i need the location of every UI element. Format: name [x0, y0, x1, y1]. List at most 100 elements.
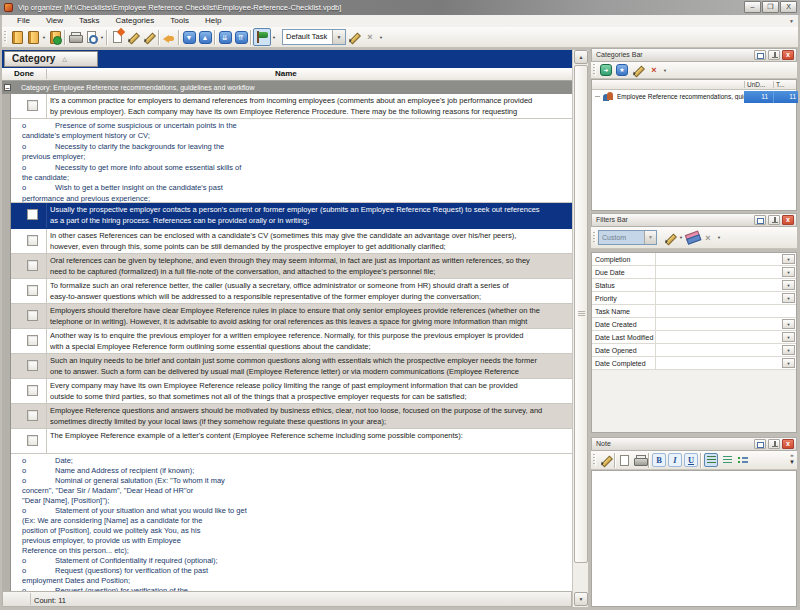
- task-row[interactable]: The Employee Reference example of a lett…: [11, 429, 572, 454]
- minimize-button[interactable]: –: [744, 1, 761, 13]
- column-total[interactable]: T...: [776, 81, 785, 88]
- menu-overflow-icon[interactable]: ▼: [789, 18, 794, 24]
- task-row[interactable]: Employee Reference questions and answers…: [11, 404, 572, 429]
- note-close-button[interactable]: x: [782, 439, 794, 449]
- categories-toolbar-options-icon[interactable]: ▼: [662, 61, 668, 79]
- collapse-group-icon[interactable]: –: [4, 84, 11, 91]
- scroll-down-button[interactable]: ▼: [574, 592, 588, 606]
- category-group-button[interactable]: Category△: [4, 51, 98, 67]
- task-row[interactable]: Every company may have its own Employee …: [11, 379, 572, 404]
- task-checkbox[interactable]: [27, 235, 38, 246]
- menu-tools[interactable]: Tools: [162, 15, 197, 27]
- scroll-thumb[interactable]: [574, 65, 588, 563]
- menu-tasks[interactable]: Tasks: [71, 15, 107, 27]
- align-left-button[interactable]: [704, 453, 718, 467]
- flag-toggle-button[interactable]: [253, 28, 271, 46]
- task-checkbox[interactable]: [27, 435, 38, 446]
- note-content[interactable]: [591, 470, 797, 607]
- new-notebook-button[interactable]: [9, 28, 25, 46]
- expand-all-button[interactable]: ⇊: [217, 28, 233, 46]
- category-list-item[interactable]: Employee Reference recommendations, guid…: [592, 91, 796, 103]
- task-row[interactable]: In other cases References can be enclose…: [11, 229, 572, 254]
- menu-categories[interactable]: Categories: [108, 15, 163, 27]
- vertical-scrollbar[interactable]: ▲ ▼: [572, 50, 588, 607]
- filter-preset-dropdown-icon[interactable]: ▼: [644, 231, 656, 244]
- filters-toolbar-options-icon[interactable]: ▼: [716, 229, 722, 247]
- column-header-done[interactable]: Done: [2, 68, 46, 80]
- task-row[interactable]: Another way is to enquire the previous e…: [11, 329, 572, 354]
- clear-filter-button[interactable]: [684, 229, 700, 247]
- print-preview-button[interactable]: [83, 28, 99, 46]
- close-button[interactable]: X: [780, 1, 797, 13]
- default-task-combo[interactable]: Default Task ▼: [282, 29, 346, 45]
- task-checkbox[interactable]: [27, 285, 38, 296]
- new-task-button[interactable]: [109, 28, 125, 46]
- toolbar-options-icon[interactable]: ▼: [99, 28, 105, 46]
- filter-row-status[interactable]: Status▼: [592, 279, 796, 292]
- align-center-button[interactable]: [720, 453, 734, 467]
- underline-button[interactable]: U: [684, 453, 698, 467]
- filter-preset-combo[interactable]: Custom ▼: [598, 230, 657, 245]
- note-print-button[interactable]: [632, 451, 647, 469]
- filter-row-completion[interactable]: Completion▼: [592, 253, 796, 266]
- group-row[interactable]: – Category: Employee Reference recommend…: [2, 81, 572, 94]
- edit-default-task-button[interactable]: [346, 28, 362, 46]
- filter-row-date-created[interactable]: Date Created▼: [592, 318, 796, 331]
- filter-dropdown-button[interactable]: ▼: [782, 267, 795, 277]
- collapse-all-button[interactable]: ⇈: [233, 28, 249, 46]
- filter-dropdown-button[interactable]: ▼: [782, 293, 795, 303]
- task-checkbox[interactable]: [27, 410, 38, 421]
- task-checkbox[interactable]: [27, 260, 38, 271]
- task-row[interactable]: Such an inquiry needs to be brief and co…: [11, 354, 572, 379]
- filter-dropdown-button[interactable]: ▼: [782, 280, 795, 290]
- note-pin-button[interactable]: [768, 439, 780, 449]
- move-up-button[interactable]: ▲: [197, 28, 213, 46]
- task-checkbox[interactable]: [27, 209, 38, 220]
- complete-task-button[interactable]: [161, 28, 177, 46]
- filter-dropdown-button[interactable]: ▼: [782, 254, 795, 264]
- categories-pin-button[interactable]: [768, 50, 780, 60]
- filters-close-button[interactable]: x: [782, 215, 794, 225]
- apply-filter-button[interactable]: [662, 229, 678, 247]
- task-checkbox[interactable]: [27, 360, 38, 371]
- note-restore-button[interactable]: [754, 439, 766, 449]
- maximize-button[interactable]: ❐: [762, 1, 779, 13]
- menu-file[interactable]: File: [9, 15, 38, 27]
- bold-button[interactable]: B: [652, 453, 666, 467]
- task-checkbox[interactable]: [27, 310, 38, 321]
- filter-row-task-name[interactable]: Task Name: [592, 305, 796, 318]
- clear-default-task-button[interactable]: ×: [362, 28, 378, 46]
- filters-restore-button[interactable]: [754, 215, 766, 225]
- task-row[interactable]: To formalize such an oral reference bett…: [11, 279, 572, 304]
- menu-help[interactable]: Help: [197, 15, 229, 27]
- italic-button[interactable]: I: [668, 453, 682, 467]
- bullet-list-button[interactable]: [736, 453, 750, 467]
- task-checkbox[interactable]: [27, 385, 38, 396]
- task-row[interactable]: Employers should therefore have clear Em…: [11, 304, 572, 329]
- filter-row-priority[interactable]: Priority▼: [592, 292, 796, 305]
- column-header-name[interactable]: Name: [275, 68, 297, 80]
- task-checkbox[interactable]: [27, 100, 38, 111]
- cancel-filter-button[interactable]: ×: [700, 229, 716, 247]
- task-row-selected[interactable]: Usually the prospective employer contact…: [11, 203, 572, 229]
- open-notebook-button[interactable]: [25, 28, 41, 46]
- delete-category-button[interactable]: ×: [646, 61, 662, 79]
- task-row[interactable]: It's a common practice for employers to …: [11, 94, 572, 119]
- column-undone[interactable]: UnD...: [747, 81, 765, 88]
- delete-task-button[interactable]: [141, 28, 157, 46]
- filter-row-date-last-modified[interactable]: Date Last Modified▼: [592, 331, 796, 344]
- task-row[interactable]: Oral references can be given by telephon…: [11, 254, 572, 279]
- task-toolbar-options-icon[interactable]: ▼: [378, 28, 384, 46]
- menu-view[interactable]: View: [38, 15, 71, 27]
- print-button[interactable]: [67, 28, 83, 46]
- note-toolbar-overflow-icon[interactable]: »▼: [789, 452, 795, 466]
- categories-restore-button[interactable]: [754, 50, 766, 60]
- sync-notebook-button[interactable]: [47, 28, 63, 46]
- filter-dropdown-button[interactable]: ▼: [782, 319, 795, 329]
- filter-row-date-opened[interactable]: Date Opened▼: [592, 344, 796, 357]
- add-subcategory-button[interactable]: ★: [614, 61, 630, 79]
- filter-row-due-date[interactable]: Due Date▼: [592, 266, 796, 279]
- add-category-button[interactable]: ➜: [598, 61, 614, 79]
- note-new-button[interactable]: [617, 451, 632, 469]
- filters-pin-button[interactable]: [768, 215, 780, 225]
